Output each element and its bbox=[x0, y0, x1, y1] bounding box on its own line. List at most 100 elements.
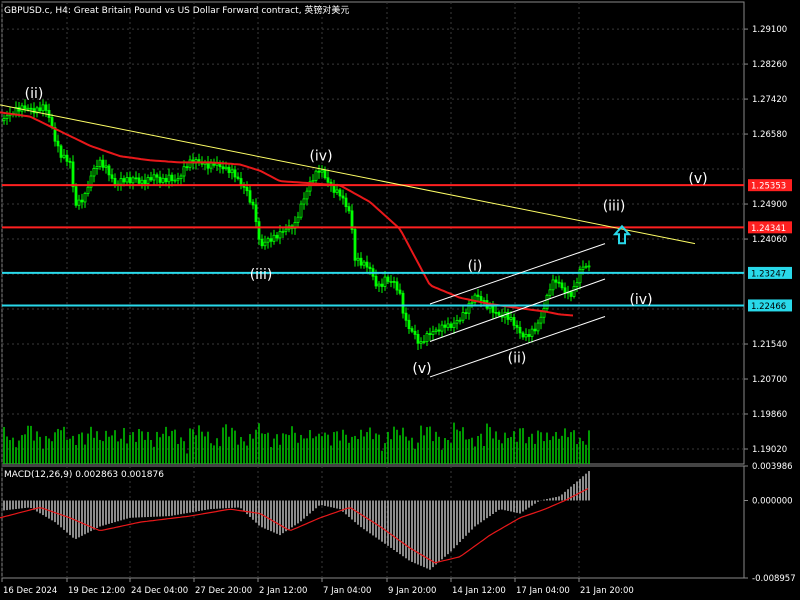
price-chart[interactable]: 16 Dec 2024 19 Dec 12:00 24 Dec 04:00 27 De… bbox=[0, 0, 800, 600]
candle-body bbox=[251, 201, 255, 206]
candle-body bbox=[146, 177, 150, 185]
candle-body bbox=[386, 276, 390, 282]
candle-body bbox=[548, 289, 552, 296]
candle-body bbox=[269, 238, 273, 242]
candle-body bbox=[374, 275, 378, 287]
candle-body bbox=[353, 229, 357, 261]
candle-body bbox=[62, 154, 66, 158]
candle-body bbox=[239, 178, 243, 185]
candle-body bbox=[122, 178, 126, 183]
candle-body bbox=[434, 329, 438, 332]
candle-body bbox=[452, 322, 456, 328]
candle-body bbox=[143, 179, 147, 185]
candle-body bbox=[539, 316, 543, 324]
candle-body bbox=[254, 204, 258, 223]
candle-body bbox=[515, 324, 519, 328]
candle-body bbox=[149, 177, 153, 181]
candle-body bbox=[284, 228, 288, 232]
candle-body bbox=[455, 320, 459, 324]
candle-body bbox=[179, 175, 183, 179]
candle-body bbox=[536, 322, 540, 332]
candle-body bbox=[119, 178, 123, 185]
candle-body bbox=[518, 326, 522, 334]
trendline[interactable] bbox=[0, 104, 696, 245]
candle-body bbox=[482, 300, 486, 302]
candle-body bbox=[470, 301, 474, 304]
candle-body bbox=[173, 179, 177, 182]
candle-body bbox=[65, 154, 69, 162]
y-tick-label: 1.26580 bbox=[752, 130, 787, 140]
candle-body bbox=[344, 197, 348, 208]
candle-body bbox=[575, 282, 579, 287]
candle-body bbox=[233, 169, 237, 178]
candle-body bbox=[299, 203, 303, 218]
candle-body bbox=[152, 174, 156, 181]
candle-body bbox=[323, 169, 327, 179]
candle-body bbox=[545, 294, 549, 309]
candle-body bbox=[389, 281, 393, 283]
candle-body bbox=[416, 334, 420, 344]
candle-body bbox=[305, 190, 309, 200]
candle-body bbox=[140, 179, 144, 184]
candle-body bbox=[443, 324, 447, 328]
candle-body bbox=[26, 107, 30, 110]
candle-body bbox=[512, 317, 516, 326]
candle-body bbox=[356, 257, 360, 261]
candle-body bbox=[413, 330, 417, 335]
candle-body bbox=[155, 174, 159, 178]
candle-body bbox=[392, 281, 396, 283]
macd-y-tick-label: 0.003986 bbox=[752, 462, 793, 472]
candle-body bbox=[107, 165, 111, 176]
candle-body bbox=[110, 174, 114, 179]
candle-body bbox=[23, 105, 27, 110]
candle-body bbox=[335, 189, 339, 193]
candle-body bbox=[281, 230, 285, 233]
candle-body bbox=[113, 177, 117, 186]
candle-body bbox=[56, 140, 60, 147]
candle-body bbox=[542, 308, 546, 318]
candle-body bbox=[161, 177, 165, 183]
candle-body bbox=[383, 276, 387, 287]
candle-body bbox=[71, 161, 75, 188]
candle-body bbox=[164, 177, 168, 183]
candle-body bbox=[497, 312, 501, 316]
resistance-level-label: 1.25353 bbox=[751, 182, 786, 192]
candle-body bbox=[491, 305, 495, 313]
candle-body bbox=[5, 115, 9, 119]
candle-body bbox=[20, 105, 24, 112]
candle-body bbox=[365, 261, 369, 268]
wave-label: (iii) bbox=[603, 198, 626, 214]
chart-window[interactable]: 16 Dec 2024 19 Dec 12:00 24 Dec 04:00 27 De… bbox=[0, 0, 800, 600]
candle-body bbox=[569, 291, 573, 297]
candle-body bbox=[362, 261, 366, 266]
candle-body bbox=[584, 265, 588, 268]
candle-body bbox=[137, 177, 141, 184]
y-tick-label: 1.19860 bbox=[752, 410, 787, 420]
candle-body bbox=[257, 221, 261, 240]
x-tick-label: 9 Jan 20:00 bbox=[388, 586, 436, 596]
candle-body bbox=[47, 109, 51, 118]
candle-body bbox=[134, 177, 138, 180]
candle-body bbox=[95, 166, 99, 169]
candle-body bbox=[404, 312, 408, 321]
candle-body bbox=[341, 195, 345, 199]
wave-label: (v) bbox=[688, 171, 707, 187]
candle-body bbox=[296, 216, 300, 223]
candle-body bbox=[41, 104, 45, 112]
candle-body bbox=[533, 328, 537, 332]
candle-body bbox=[557, 281, 561, 284]
y-tick-label: 1.27420 bbox=[752, 95, 787, 105]
candle-body bbox=[86, 186, 90, 194]
candle-body bbox=[77, 199, 81, 206]
candle-body bbox=[29, 107, 33, 110]
candle-body bbox=[38, 107, 42, 112]
candle-body bbox=[380, 283, 384, 287]
candle-body bbox=[302, 198, 306, 205]
x-tick-label: 27 Dec 20:00 bbox=[195, 586, 252, 596]
candle-body bbox=[167, 174, 171, 183]
chart-title: GBPUSD.c, H4: Great Britain Pound vs US … bbox=[4, 6, 350, 16]
candle-body bbox=[530, 328, 534, 337]
candle-body bbox=[263, 241, 267, 247]
macd-title: MACD(12,26,9) 0.002863 0.001876 bbox=[4, 470, 164, 480]
candle-body bbox=[266, 238, 270, 243]
